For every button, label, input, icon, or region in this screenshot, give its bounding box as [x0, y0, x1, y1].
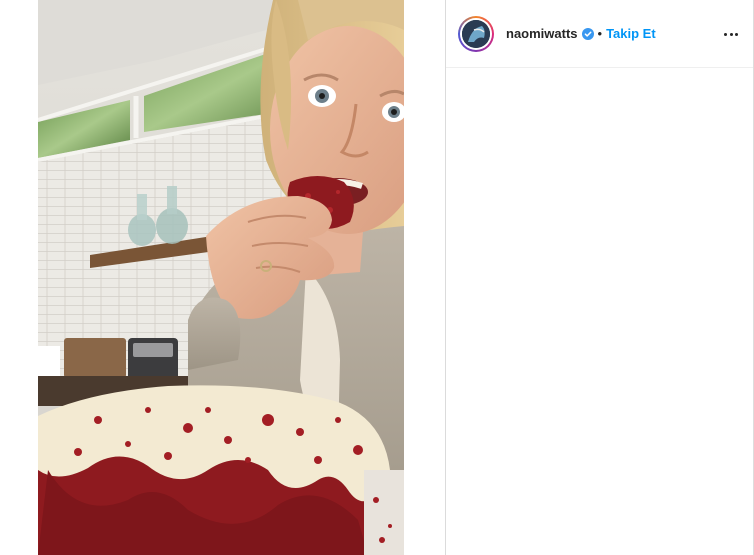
- instagram-post-modal: naomiwatts • Takip Et: [0, 0, 754, 555]
- post-media: [0, 0, 445, 555]
- separator-dot: •: [597, 26, 603, 41]
- username-link[interactable]: naomiwatts: [506, 26, 578, 41]
- more-dot: [724, 32, 727, 36]
- avatar-ring: [460, 17, 492, 50]
- follow-button[interactable]: Takip Et: [606, 26, 656, 41]
- post-photo[interactable]: [38, 0, 404, 555]
- avatar-picture: [462, 19, 490, 48]
- photo-naomi-eating-cake: [38, 0, 404, 555]
- post-side-panel: naomiwatts • Takip Et: [445, 0, 754, 555]
- avatar-image: [462, 19, 490, 48]
- profile-avatar[interactable]: [458, 15, 494, 52]
- verified-badge-icon: [581, 27, 594, 40]
- post-header: naomiwatts • Takip Et: [446, 0, 754, 68]
- more-dot: [729, 32, 733, 36]
- more-dot: [735, 32, 738, 36]
- more-options-icon[interactable]: [724, 25, 738, 43]
